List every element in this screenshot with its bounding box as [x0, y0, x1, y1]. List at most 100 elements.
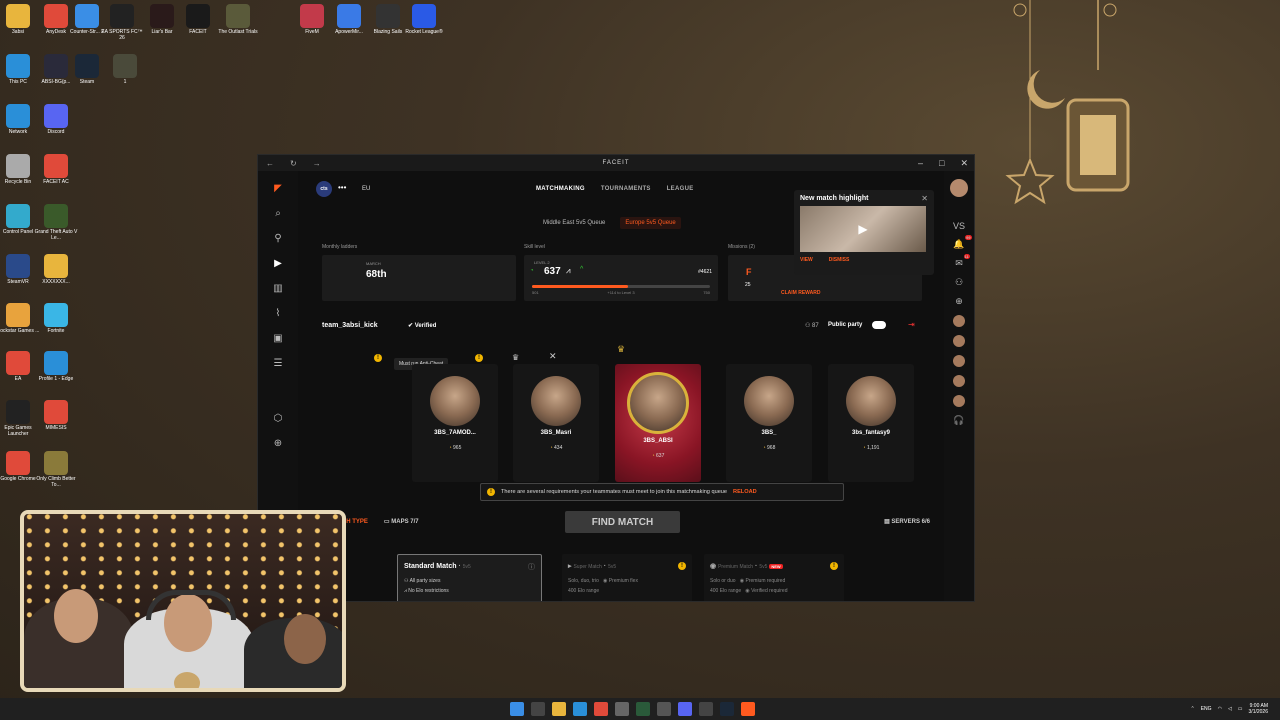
wifi-icon[interactable]: ◠ — [1218, 706, 1222, 712]
stats-icon[interactable]: ⌇ — [276, 308, 281, 319]
info-icon[interactable]: ⓘ — [528, 562, 535, 572]
queue-middle-east[interactable]: Middle East 5v5 Queue — [538, 217, 610, 229]
claim-reward-link[interactable]: CLAIM REWARD — [781, 290, 820, 296]
desktop-icon[interactable]: MIMESIS — [32, 400, 80, 432]
desktop-icon[interactable]: Discord — [32, 104, 80, 136]
system-tray: ⌃ ENG ◠ ◁ ▭ 9:00 AM 3/1/2026 — [1191, 703, 1268, 716]
team-name[interactable]: team_3absi_kick — [322, 322, 378, 329]
explorer-icon[interactable] — [552, 702, 566, 716]
list-icon[interactable]: ☰ — [274, 358, 283, 369]
friend-avatar[interactable] — [953, 395, 965, 407]
match-card-super[interactable]: ▸ Super Match · 5v5 Solo, duo, trio ◉ Pr… — [562, 554, 692, 601]
start-icon[interactable] — [510, 702, 524, 716]
video-icon[interactable]: ▣ — [273, 333, 282, 344]
discord-icon[interactable] — [678, 702, 692, 716]
match-card-standard[interactable]: Standard Match · 5v5 ⚇ All party sizes ⩘… — [397, 554, 542, 601]
close-icon[interactable]: ✕ — [960, 158, 968, 169]
queue-europe[interactable]: Europe 5v5 Queue — [620, 217, 681, 229]
desktop-icon[interactable]: Profile 1 - Edge — [32, 351, 80, 383]
app-icon[interactable] — [615, 702, 629, 716]
profile-avatar[interactable] — [950, 179, 968, 197]
desktop-icon[interactable]: Rocket League® — [400, 4, 448, 36]
ladder-card[interactable]: MARCH 68th — [322, 255, 516, 301]
messages-icon[interactable]: ✉ 11 — [955, 254, 970, 269]
player-card[interactable]: 3BS_ ◔ 968 — [726, 364, 812, 482]
app-icon[interactable] — [657, 702, 671, 716]
chrome-icon[interactable] — [594, 702, 608, 716]
match-card-premium[interactable]: ◉ Premium Match · 5v5 NEW Solo or duo ◉ … — [704, 554, 844, 601]
tab-matchmaking[interactable]: MATCHMAKING — [536, 186, 585, 192]
shop-icon[interactable]: ⬡ — [274, 413, 283, 424]
friend-avatar[interactable] — [953, 335, 965, 347]
binoculars-icon[interactable]: ⚲ — [274, 233, 281, 244]
desktop-icon[interactable]: Fortnite — [32, 303, 80, 335]
battery-icon[interactable]: ▭ — [1238, 706, 1243, 712]
app-icon[interactable] — [699, 702, 713, 716]
faceit-icon[interactable] — [741, 702, 755, 716]
clock-date[interactable]: 3/1/2026 — [1249, 709, 1268, 716]
friend-avatar[interactable] — [953, 355, 965, 367]
warning-icon[interactable]: ! — [475, 354, 483, 362]
find-match-button[interactable]: FIND MATCH — [565, 511, 680, 533]
warning-icon[interactable]: ! — [678, 562, 686, 570]
app-icon — [75, 54, 99, 78]
desktop-icon[interactable]: 1 — [101, 54, 149, 86]
notification-icon[interactable]: 🔔 99 — [953, 235, 972, 250]
desktop-icon[interactable]: The Outlast Trials — [214, 4, 262, 36]
match-card-line-text: Verified required — [751, 588, 788, 594]
player-card[interactable]: 3BS_7AMOD... ◔ 965 — [412, 364, 498, 482]
player-card[interactable]: 3bs_fantasy9 ◔ 1,191 — [828, 364, 914, 482]
volume-icon[interactable]: ◁ — [1228, 706, 1232, 712]
steam-icon[interactable] — [720, 702, 734, 716]
app-icon — [6, 54, 30, 78]
leave-party-icon[interactable]: ⇥ — [908, 320, 915, 329]
search-icon[interactable] — [531, 702, 545, 716]
add-friend-icon[interactable]: ⊕ — [955, 296, 963, 307]
desktop-icon[interactable]: XXXXXXX... — [32, 254, 80, 286]
refresh-icon[interactable]: ↻ — [290, 159, 297, 168]
more-icon[interactable]: ••• — [338, 183, 346, 192]
party-mode-toggle[interactable] — [872, 321, 886, 329]
kick-icon[interactable]: ✕ — [549, 351, 557, 362]
headset-icon[interactable]: 🎧 — [953, 415, 964, 426]
warning-icon[interactable]: ! — [374, 354, 382, 362]
back-icon[interactable]: ← — [266, 159, 274, 168]
player-card[interactable]: 3BS_Masri ◔ 434 — [513, 364, 599, 482]
vs-label[interactable]: VS — [953, 221, 965, 231]
app-icon — [6, 303, 30, 327]
tab-tournaments[interactable]: TOURNAMENTS — [601, 186, 651, 192]
maps-button[interactable]: ▭ MAPS 7/7 — [384, 518, 419, 525]
app-icon[interactable] — [636, 702, 650, 716]
tab-league[interactable]: LEAGUE — [667, 186, 694, 192]
faceit-logo-icon[interactable]: ◤ — [274, 183, 282, 194]
tray-chevron-icon[interactable]: ⌃ — [1191, 706, 1195, 712]
close-icon[interactable]: ✕ — [921, 194, 928, 203]
desktop-icon[interactable]: Only Climb Better To... — [32, 451, 80, 489]
region-label[interactable]: EU — [362, 186, 370, 192]
friend-avatar[interactable] — [953, 375, 965, 387]
minimize-icon[interactable]: – — [918, 158, 923, 169]
leaderboard-icon[interactable]: ▥ — [273, 283, 282, 294]
search-icon[interactable]: ⌕ — [275, 208, 281, 219]
player-name: 3BS_ABSI — [643, 438, 673, 444]
highlight-thumbnail[interactable]: ▶ — [800, 206, 926, 252]
friend-avatar[interactable] — [953, 315, 965, 327]
org-logo[interactable]: cts — [316, 181, 332, 197]
forward-icon[interactable]: → — [313, 159, 321, 168]
warning-icon[interactable]: ! — [830, 562, 838, 570]
player-card[interactable]: 3BS_ABSI ◔ 637 — [615, 364, 701, 482]
view-highlight-link[interactable]: VIEW — [800, 257, 813, 263]
desktop-icon[interactable]: FACEIT AC — [32, 154, 80, 186]
play-icon[interactable]: ▶ — [858, 222, 867, 236]
lang-label[interactable]: ENG — [1201, 706, 1212, 712]
reload-link[interactable]: RELOAD — [733, 489, 757, 495]
servers-button[interactable]: ▤ SERVERS 6/6 — [884, 518, 930, 525]
edge-icon[interactable] — [573, 702, 587, 716]
friends-icon[interactable]: ⚇ — [955, 277, 963, 288]
desktop-icon[interactable]: Grand Theft Auto V Le... — [32, 204, 80, 242]
dismiss-highlight-link[interactable]: DISMISS — [829, 257, 850, 263]
play-icon[interactable]: ▶ — [274, 258, 282, 269]
maximize-icon[interactable]: □ — [939, 158, 944, 169]
add-icon[interactable]: ⊕ — [274, 438, 282, 449]
skill-card[interactable]: LEVEL 2 ◔ 637 ⩘ ^ #4621 501 +114 to Leve… — [524, 255, 718, 301]
